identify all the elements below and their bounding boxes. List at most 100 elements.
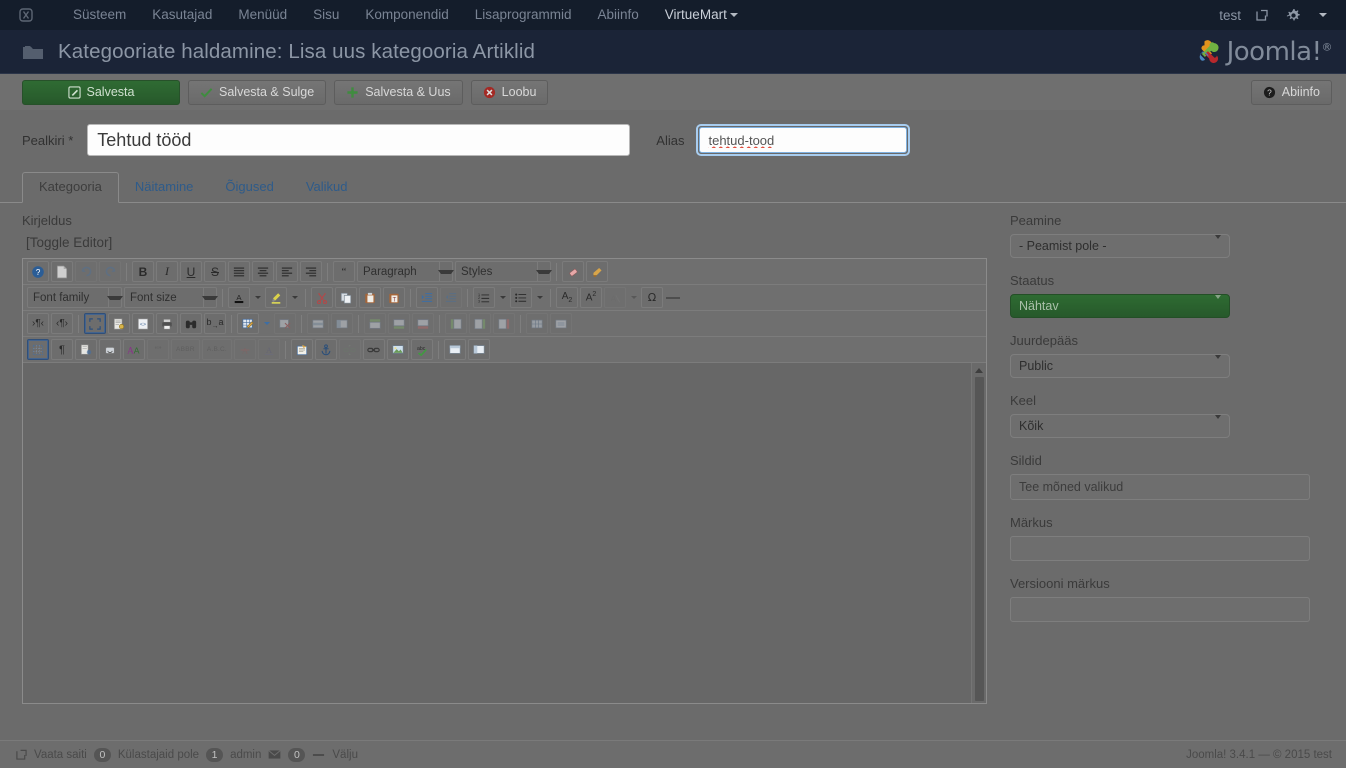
admin-link[interactable]: admin — [230, 749, 261, 761]
table-dropdown-icon[interactable] — [261, 313, 272, 334]
strikethrough-icon[interactable]: S — [204, 261, 226, 282]
nav-item-system[interactable]: Süsteem — [60, 0, 139, 30]
help-circle-icon[interactable]: ? — [27, 261, 49, 282]
italic-icon[interactable]: I — [156, 261, 178, 282]
access-select[interactable]: Public — [1010, 354, 1230, 378]
chevron-down-icon[interactable] — [1310, 13, 1336, 17]
paste-as-text-icon[interactable]: T — [383, 287, 405, 308]
save-close-button[interactable]: Salvesta & Sulge — [188, 79, 327, 105]
delete-row-icon[interactable] — [412, 313, 434, 334]
bullet-list-icon[interactable] — [510, 287, 532, 308]
unlink-icon[interactable] — [338, 339, 361, 360]
abbreviation-icon[interactable]: ABBR — [171, 339, 200, 360]
scroll-up-arrow-icon[interactable] — [975, 368, 983, 373]
font-size-select[interactable]: Font size — [124, 287, 218, 308]
font-family-select[interactable]: Font family — [27, 287, 123, 308]
spellcheck-icon[interactable]: abc — [410, 339, 433, 360]
text-color-icon[interactable]: A — [228, 287, 250, 308]
editor-scrollbar[interactable] — [971, 363, 986, 703]
cleanup-broom-icon[interactable] — [586, 261, 608, 282]
cancel-button[interactable]: Loobu — [470, 79, 549, 105]
gear-icon[interactable] — [1277, 8, 1310, 23]
page-break-icon[interactable] — [75, 339, 97, 360]
joomla-mark-icon[interactable] — [18, 7, 34, 23]
alias-input[interactable] — [699, 127, 908, 153]
superscript-icon[interactable]: A2 — [580, 287, 602, 308]
align-center-icon[interactable] — [252, 261, 274, 282]
tab-kategooria[interactable]: Kategooria — [22, 172, 119, 203]
find-replace-icon[interactable]: b→a — [204, 313, 226, 334]
image-icon[interactable] — [386, 339, 409, 360]
title-input[interactable] — [87, 124, 631, 156]
nav-item-menus[interactable]: Menüüd — [225, 0, 300, 30]
external-link-icon[interactable] — [16, 749, 27, 760]
visual-aid-grid-icon[interactable] — [27, 339, 49, 360]
nav-item-users[interactable]: Kasutajad — [139, 0, 225, 30]
paste-icon[interactable] — [359, 287, 381, 308]
version-note-input[interactable] — [1010, 597, 1310, 622]
rtl-icon[interactable]: ‹¶› — [51, 313, 73, 334]
cut-scissors-icon[interactable] — [311, 287, 333, 308]
styles-select[interactable]: Styles — [455, 261, 552, 282]
power-icon[interactable] — [312, 752, 325, 758]
status-select[interactable]: Nähtav — [1010, 294, 1230, 318]
insert-col-before-icon[interactable] — [445, 313, 467, 334]
underline-icon[interactable]: U — [180, 261, 202, 282]
panel-icon[interactable] — [467, 339, 490, 360]
nav-item-components[interactable]: Komponendid — [352, 0, 461, 30]
highlight-color-dropdown-icon[interactable] — [289, 287, 300, 308]
subscript-icon[interactable]: A2 — [556, 287, 578, 308]
delete-table-icon[interactable] — [274, 313, 296, 334]
table-row-properties-icon[interactable] — [307, 313, 329, 334]
new-document-icon[interactable] — [51, 261, 73, 282]
site-name-label[interactable]: test — [1213, 8, 1247, 23]
align-justify-icon[interactable] — [228, 261, 250, 282]
logout-link[interactable]: Välju — [332, 749, 358, 761]
copy-icon[interactable] — [335, 287, 357, 308]
ltr-icon[interactable]: ›¶‹ — [27, 313, 49, 334]
table-icon[interactable] — [237, 313, 259, 334]
font-select-icon[interactable]: AA — [123, 339, 145, 360]
merge-cells-icon[interactable] — [550, 313, 572, 334]
text-color-dropdown-icon[interactable] — [252, 287, 263, 308]
emoticon-icon[interactable] — [99, 339, 121, 360]
remove-format-dropdown-icon[interactable] — [628, 287, 639, 308]
help-button[interactable]: ? Abiinfo — [1250, 79, 1332, 105]
code-icon[interactable]: <> — [132, 313, 154, 334]
blockquote-icon[interactable]: “ — [333, 261, 355, 282]
quote-icon[interactable]: “” — [147, 339, 169, 360]
undo-icon[interactable] — [75, 261, 97, 282]
iframe-layers-icon[interactable] — [443, 339, 466, 360]
paragraph-format-select[interactable]: Paragraph — [357, 261, 454, 282]
numbered-list-dropdown-icon[interactable] — [497, 287, 508, 308]
insert-row-before-icon[interactable] — [364, 313, 386, 334]
template-icon[interactable] — [290, 339, 313, 360]
bullet-list-dropdown-icon[interactable] — [534, 287, 545, 308]
indent-icon[interactable] — [416, 287, 438, 308]
highlight-color-icon[interactable] — [265, 287, 287, 308]
anchor-icon[interactable] — [314, 339, 337, 360]
outdent-icon[interactable] — [440, 287, 462, 308]
search-binoculars-icon[interactable] — [180, 313, 202, 334]
delete-text-icon[interactable]: A — [233, 339, 256, 360]
nav-item-extensions[interactable]: Lisaprogrammid — [462, 0, 585, 30]
insert-text-icon[interactable]: A — [257, 339, 280, 360]
source-preview-icon[interactable] — [108, 313, 130, 334]
save-button[interactable]: Salvesta — [22, 79, 180, 105]
remove-format-icon[interactable]: A — [604, 287, 626, 308]
eraser-icon[interactable] — [562, 261, 584, 282]
nav-item-virtuemart[interactable]: VirtueMart — [652, 0, 744, 30]
external-link-icon[interactable] — [1247, 9, 1277, 21]
nav-item-content[interactable]: Sisu — [300, 0, 352, 30]
split-cells-icon[interactable] — [526, 313, 548, 334]
fullscreen-icon[interactable] — [84, 313, 106, 334]
save-new-button[interactable]: Salvesta & Uus — [334, 79, 463, 105]
insert-row-after-icon[interactable] — [388, 313, 410, 334]
nav-item-help[interactable]: Abiinfo — [585, 0, 652, 30]
toggle-editor-link[interactable]: [Toggle Editor] — [26, 235, 994, 250]
tab-naitamine[interactable]: Näitamine — [119, 173, 210, 202]
align-left-icon[interactable] — [276, 261, 298, 282]
scrollbar-thumb[interactable] — [974, 377, 984, 701]
acronym-icon[interactable]: A.B.C. — [201, 339, 232, 360]
tags-input[interactable] — [1010, 474, 1310, 500]
